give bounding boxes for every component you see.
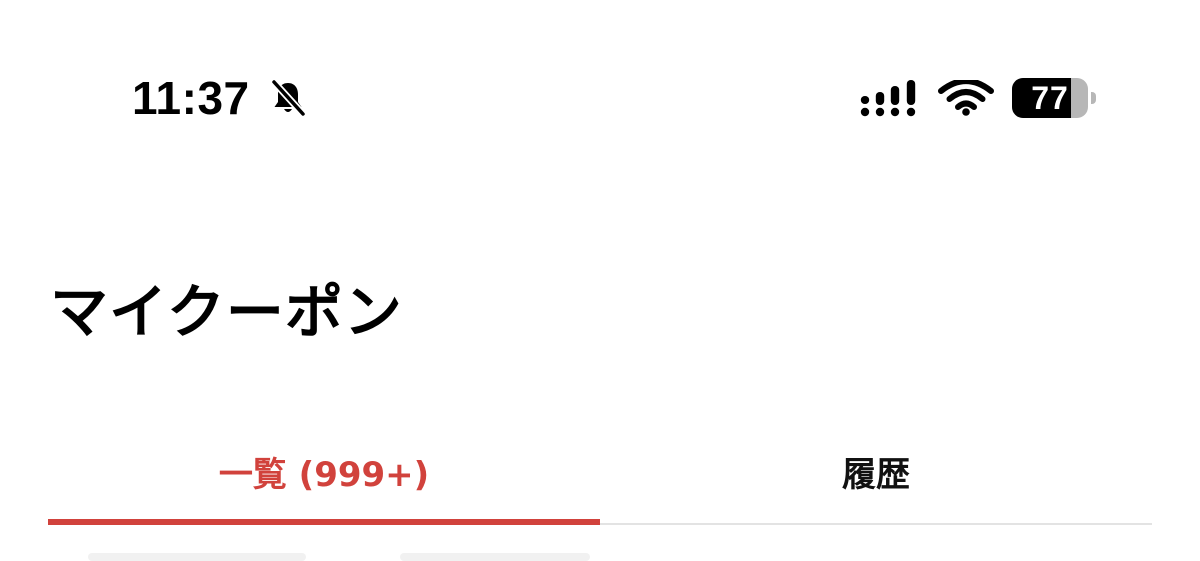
status-time: 11:37 bbox=[132, 72, 250, 124]
coupon-card bbox=[400, 553, 590, 561]
battery-tip bbox=[1091, 92, 1096, 104]
wifi-icon bbox=[938, 80, 994, 116]
tab-bar: 一覧 (999+) 履歴 bbox=[48, 420, 1152, 525]
status-bar: 11:37 77 bbox=[0, 0, 1200, 150]
battery-body: 77 bbox=[1012, 78, 1088, 118]
active-tab-indicator bbox=[48, 519, 600, 525]
tab-bar-divider bbox=[600, 523, 1152, 525]
battery-level: 77 bbox=[1031, 80, 1069, 116]
tab-coupon-list[interactable]: 一覧 (999+) bbox=[48, 420, 600, 522]
bell-slash-icon bbox=[270, 78, 307, 118]
coupon-card bbox=[88, 553, 306, 561]
battery-icon: 77 bbox=[1012, 78, 1098, 118]
page-title: マイクーポン bbox=[50, 278, 403, 346]
cellular-signal-icon bbox=[860, 80, 916, 117]
coupon-list-peek bbox=[0, 540, 1200, 561]
tab-history[interactable]: 履歴 bbox=[600, 420, 1152, 522]
